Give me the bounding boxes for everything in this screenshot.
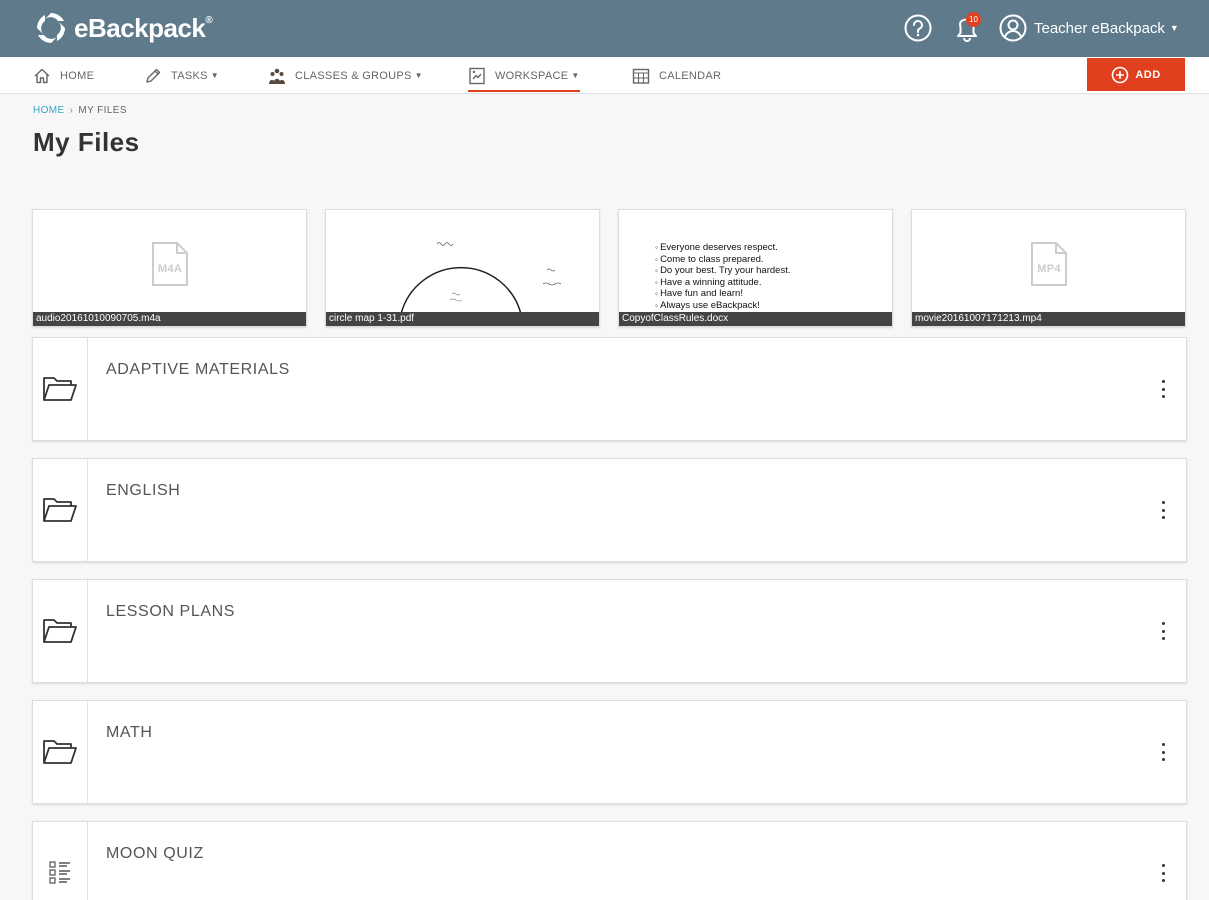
more-options-button[interactable] bbox=[1157, 743, 1169, 761]
add-button[interactable]: ADD bbox=[1087, 58, 1185, 91]
folder-icon bbox=[43, 498, 77, 522]
more-options-button[interactable] bbox=[1157, 864, 1169, 882]
logo-registered-mark: ® bbox=[205, 14, 213, 26]
chevron-down-icon: ▼ bbox=[571, 71, 580, 80]
pencil-icon bbox=[146, 68, 161, 83]
folder-row-lesson-plans[interactable]: LESSON PLANS bbox=[32, 579, 1187, 683]
file-type-label: MP4 bbox=[1037, 263, 1061, 275]
quiz-row-moon-quiz[interactable]: MOON QUIZ bbox=[32, 821, 1187, 900]
nav-workspace-label: WORKSPACE bbox=[495, 69, 569, 82]
chevron-down-icon: ▼ bbox=[210, 71, 219, 80]
top-header: eBackpack® 10 Teacher eBackpack ▼ bbox=[0, 0, 1209, 57]
file-tile[interactable]: MP4 movie20161007171213.mp4 bbox=[911, 209, 1186, 327]
breadcrumb-separator: › bbox=[69, 105, 74, 116]
notification-count-badge: 10 bbox=[966, 12, 981, 27]
calendar-icon bbox=[632, 68, 650, 84]
help-button[interactable] bbox=[903, 13, 933, 43]
breadcrumb: HOME › MY FILES bbox=[33, 105, 127, 116]
file-name: audio20161010090705.m4a bbox=[33, 312, 306, 326]
folder-row-math[interactable]: MATH bbox=[32, 700, 1187, 804]
user-name: Teacher eBackpack bbox=[1034, 19, 1165, 37]
nav-classes-groups[interactable]: CLASSES & GROUPS ▼ bbox=[268, 57, 423, 94]
folder-row-english[interactable]: ENGLISH bbox=[32, 458, 1187, 562]
quiz-list-icon bbox=[49, 861, 70, 884]
breadcrumb-current: MY FILES bbox=[78, 105, 127, 116]
file-tile[interactable]: circle map 1-31.pdf bbox=[325, 209, 600, 327]
add-button-label: ADD bbox=[1135, 68, 1161, 81]
folder-label: LESSON PLANS bbox=[106, 603, 236, 620]
logo-swirl-icon bbox=[37, 13, 65, 43]
ebackpack-logo[interactable]: eBackpack® bbox=[32, 9, 213, 47]
docx-preview-text: Everyone deserves respect. Come to class… bbox=[655, 242, 790, 312]
nav-tasks[interactable]: TASKS ▼ bbox=[144, 57, 219, 94]
page-title: My Files bbox=[33, 127, 140, 157]
audio-file-icon: M4A bbox=[151, 241, 189, 287]
nav-tasks-label: TASKS bbox=[171, 69, 208, 82]
chevron-down-icon: ▼ bbox=[1169, 23, 1179, 33]
notifications-button[interactable]: 10 bbox=[950, 12, 982, 44]
file-type-label: M4A bbox=[157, 263, 183, 275]
nav-home-label: HOME bbox=[60, 69, 95, 82]
user-menu[interactable]: Teacher eBackpack ▼ bbox=[998, 13, 1179, 43]
file-name: movie20161007171213.mp4 bbox=[912, 312, 1185, 326]
nav-home[interactable]: HOME bbox=[33, 57, 94, 94]
file-tile[interactable]: Everyone deserves respect. Come to class… bbox=[618, 209, 893, 327]
docx-line: Have a winning attitude. bbox=[655, 277, 790, 289]
people-group-icon bbox=[269, 68, 285, 84]
docx-line: Always use eBackpack! bbox=[655, 300, 790, 312]
folder-label: MATH bbox=[106, 724, 153, 741]
video-file-icon: MP4 bbox=[1030, 241, 1068, 287]
file-tile[interactable]: M4A audio20161010090705.m4a bbox=[32, 209, 307, 327]
folder-label: ENGLISH bbox=[106, 482, 181, 499]
docx-line: Everyone deserves respect. bbox=[655, 242, 790, 254]
workspace-icon bbox=[469, 67, 485, 84]
logo-text: eBackpack bbox=[74, 12, 206, 43]
nav-calendar-label: CALENDAR bbox=[659, 69, 722, 82]
main-nav: HOME TASKS ▼ CLASSES & GROUPS ▼ WORKSPAC… bbox=[0, 57, 1209, 94]
home-icon bbox=[34, 68, 50, 83]
chevron-down-icon: ▼ bbox=[414, 71, 423, 80]
more-options-button[interactable] bbox=[1157, 622, 1169, 640]
breadcrumb-home-link[interactable]: HOME bbox=[33, 105, 65, 116]
folder-label: ADAPTIVE MATERIALS bbox=[106, 361, 290, 378]
file-name: CopyofClassRules.docx bbox=[619, 312, 892, 326]
help-icon bbox=[904, 14, 932, 42]
nav-workspace[interactable]: WORKSPACE ▼ bbox=[468, 57, 580, 94]
file-name: circle map 1-31.pdf bbox=[326, 312, 599, 326]
quiz-label: MOON QUIZ bbox=[106, 845, 204, 862]
docx-line: Have fun and learn! bbox=[655, 288, 790, 300]
more-options-button[interactable] bbox=[1157, 380, 1169, 398]
more-options-button[interactable] bbox=[1157, 501, 1169, 519]
folder-icon bbox=[43, 377, 77, 401]
folder-row-adaptive-materials[interactable]: ADAPTIVE MATERIALS bbox=[32, 337, 1187, 441]
plus-circle-icon bbox=[1112, 66, 1129, 83]
docx-line: Come to class prepared. bbox=[655, 254, 790, 266]
docx-line: Do your best. Try your hardest. bbox=[655, 265, 790, 277]
nav-calendar[interactable]: CALENDAR bbox=[632, 57, 721, 94]
nav-classes-label: CLASSES & GROUPS bbox=[295, 69, 412, 82]
folder-icon bbox=[43, 740, 77, 764]
folder-icon bbox=[43, 619, 77, 643]
pdf-preview-thumbnail bbox=[400, 242, 562, 314]
user-avatar-icon bbox=[999, 14, 1027, 42]
